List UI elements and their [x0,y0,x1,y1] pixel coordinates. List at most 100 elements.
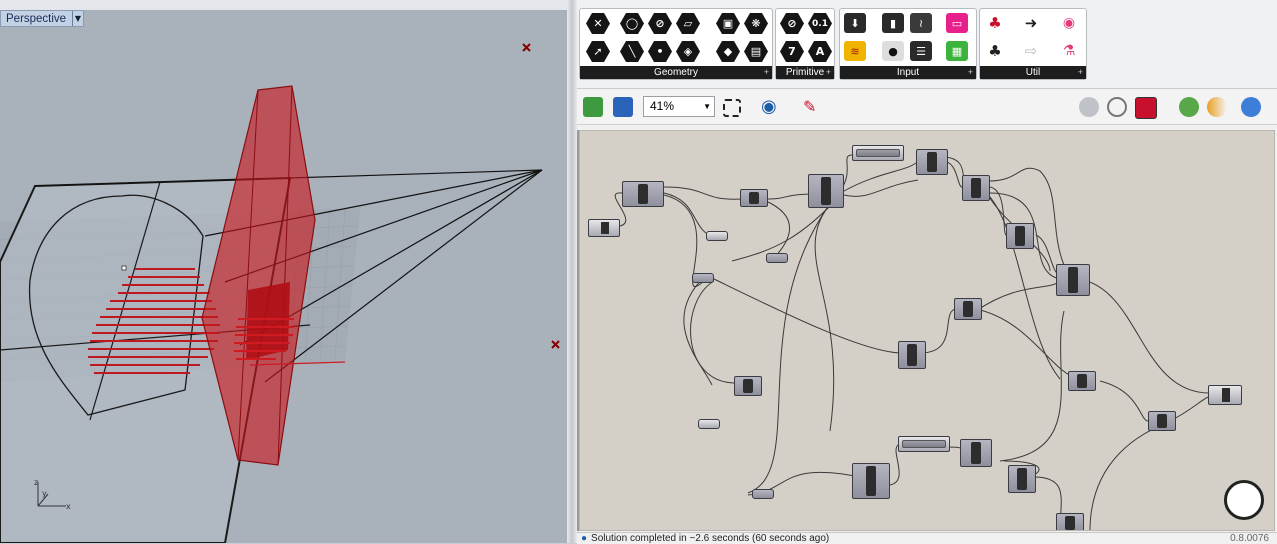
geometry-point-icon[interactable]: • [648,41,672,62]
preview-mode-icon[interactable] [1079,97,1099,117]
gh-component-node[interactable] [962,175,990,201]
grasshopper-window[interactable]: ✕ ➚ ◯ ⊘ ▱ ╲ • ◈ ▣ ❋ ◆ ▤ Geometry ⊘ 0.1 7… [577,0,1277,544]
solution-status-icon: ● [581,533,588,544]
geometry-delete-icon[interactable]: ✕ [586,13,610,34]
ribbon-group-util: ♣ ♣ ➜ ⇨ ◉ ⚗ Util [979,8,1087,80]
axis-y-label: y [42,489,47,498]
target-marker-icon [522,43,531,52]
definition-canvas[interactable] [579,130,1275,531]
geometry-solid-icon[interactable]: ◆ [716,41,740,62]
component-ribbon: ✕ ➚ ◯ ⊘ ▱ ╲ • ◈ ▣ ❋ ◆ ▤ Geometry ⊘ 0.1 7… [577,0,1277,89]
gh-component-node[interactable] [740,189,768,207]
primitive-boolean-icon[interactable]: ⊘ [780,13,804,34]
target-marker-icon [551,340,560,349]
gh-component-node[interactable] [954,298,982,320]
gh-component-node[interactable] [622,181,664,207]
cursor-marker [121,265,127,271]
canvas-toolbar: 41% ▼ ◉ ✎ [577,90,1277,125]
geometry-curve-icon[interactable]: ⊘ [648,13,672,34]
geometry-brep-icon[interactable]: ❋ [744,13,768,34]
gh-param-node[interactable] [588,219,620,237]
ribbon-group-label[interactable]: Geometry [580,66,772,79]
input-button-icon[interactable]: ● [882,41,904,61]
geometry-vector-icon[interactable]: ➚ [586,41,610,62]
gh-param-node[interactable] [1208,385,1242,405]
save-file-icon[interactable] [613,97,633,117]
input-graph-icon[interactable]: ≋ [844,41,866,61]
axis-x-label: x [66,502,71,511]
sketch-pen-icon[interactable]: ✎ [803,97,823,117]
gh-panel-node[interactable] [852,145,904,161]
primitive-integer-icon[interactable]: 7 [780,41,804,62]
status-bar: ● Solution completed in ~2.6 seconds (60 … [577,532,1277,544]
gh-component-node[interactable] [916,149,948,175]
gh-component-node[interactable] [898,341,926,369]
gh-component-node[interactable] [1056,264,1090,296]
util-cherry-icon[interactable]: ♣ [984,13,1006,33]
input-gradient-icon[interactable]: ≀ [910,13,932,33]
ribbon-group-geometry: ✕ ➚ ◯ ⊘ ▱ ╲ • ◈ ▣ ❋ ◆ ▤ Geometry [579,8,773,80]
util-tree-icon[interactable]: ♣ [984,41,1006,61]
canvas-navigation-compass-icon[interactable] [1224,480,1264,520]
gh-small-param[interactable] [752,489,774,499]
gh-small-param[interactable] [706,231,728,241]
perspective-scene[interactable] [0,0,567,543]
gh-component-node[interactable] [960,439,992,467]
sphere-icon[interactable] [1241,97,1261,117]
preview-eye-icon[interactable]: ◉ [761,97,781,117]
gh-panel-node[interactable] [898,436,950,452]
gh-component-node[interactable] [852,463,890,499]
axis-z-label: z [34,478,38,487]
geometry-geometry-icon[interactable]: ▤ [744,41,768,62]
solver-icon[interactable] [1179,97,1199,117]
geometry-box-icon[interactable]: ▣ [716,13,740,34]
geometry-mesh-icon[interactable]: ◈ [676,41,700,62]
ribbon-group-input: ⬇ ≋ ▮ ≀ ● ☰ ▭ ▦ Input [839,8,977,80]
gh-small-param[interactable] [692,273,714,283]
gh-component-node[interactable] [1008,465,1036,493]
ribbon-group-primitive: ⊘ 0.1 7 A Primitive [775,8,835,80]
ribbon-group-label[interactable]: Input [840,66,976,79]
input-swatch-icon[interactable]: ▦ [946,41,968,61]
gh-component-node[interactable] [1148,411,1176,431]
axis-gizmo: z y x [34,478,71,511]
version-label: 0.8.0076 [1230,533,1269,544]
gh-component-node[interactable] [1006,223,1034,249]
open-file-icon[interactable] [583,97,603,117]
gh-component-node[interactable] [734,376,762,396]
ribbon-group-label[interactable]: Util [980,66,1086,79]
gh-component-node[interactable] [808,174,844,208]
geometry-line-icon[interactable]: ╲ [620,41,644,62]
gh-component-node[interactable] [1068,371,1096,391]
ribbon-group-label[interactable]: Primitive [776,66,834,79]
input-download-icon[interactable]: ⬇ [844,13,866,33]
zoom-extents-icon[interactable] [723,99,741,117]
input-panel-icon[interactable]: ☰ [910,41,932,61]
viewport-title-tab[interactable]: Perspective ▼ [0,10,84,27]
input-slider-icon[interactable]: ▭ [946,13,968,33]
zoom-value: 41% [650,99,675,113]
util-arrow-icon[interactable]: ➜ [1020,13,1042,33]
color-icon[interactable] [1207,97,1227,117]
zoom-select[interactable]: 41% ▼ [643,96,715,117]
rhino-viewport[interactable]: Perspective ▼ z y x [0,0,567,543]
red-cube [246,282,290,360]
panel-splitter[interactable] [567,0,577,543]
viewport-title: Perspective [6,12,67,25]
input-toggle-icon[interactable]: ▮ [882,13,904,33]
geometry-surface-icon[interactable]: ▱ [676,13,700,34]
gh-small-param[interactable] [766,253,788,263]
gh-component-node[interactable] [1056,513,1084,530]
shaded-icon[interactable] [1135,97,1157,119]
gh-small-param[interactable] [698,419,720,429]
util-pill-icon[interactable]: ◉ [1058,13,1080,33]
solution-status-text: Solution completed in ~2.6 seconds (60 s… [591,533,830,544]
wire-connections [614,154,1209,530]
primitive-string-icon[interactable]: A [808,41,832,62]
primitive-number-icon[interactable]: 0.1 [808,13,832,34]
wireframe-icon[interactable] [1107,97,1127,117]
util-flask-icon[interactable]: ⚗ [1058,41,1080,61]
util-arrow-outline-icon[interactable]: ⇨ [1020,41,1042,61]
geometry-circle-icon[interactable]: ◯ [620,13,644,34]
viewport-menu-icon[interactable]: ▼ [72,11,83,26]
